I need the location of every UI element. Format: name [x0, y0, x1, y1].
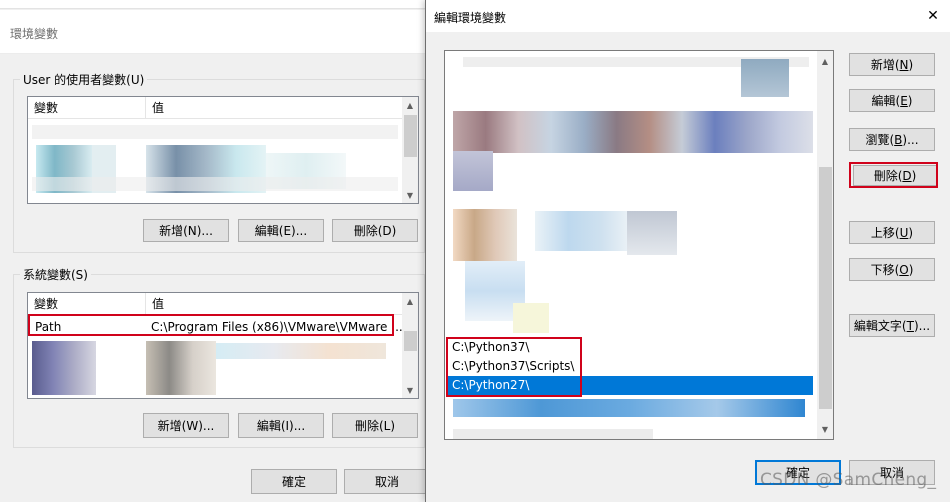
- close-icon[interactable]: ✕: [922, 6, 944, 26]
- system-new-button[interactable]: 新增(W)...: [143, 413, 229, 438]
- entries-scrollbar[interactable]: ▲ ▼: [817, 51, 833, 439]
- edit-text-button[interactable]: 編輯文字(T)...: [849, 314, 935, 337]
- user-variables-list[interactable]: 變數 值 ▲ ▼: [27, 96, 419, 204]
- blurred-row: [453, 209, 517, 261]
- blurred-row: [453, 399, 805, 417]
- scroll-up-arrow-icon[interactable]: ▲: [402, 97, 418, 113]
- title-bar: [0, 10, 426, 54]
- browse-button[interactable]: 瀏覽(B)...: [849, 128, 935, 151]
- move-up-button[interactable]: 上移(U): [849, 221, 935, 244]
- blurred-row: [627, 211, 677, 255]
- user-list-scrollbar[interactable]: ▲ ▼: [402, 97, 418, 203]
- ok-button[interactable]: 確定: [251, 469, 337, 494]
- environment-variables-dialog: 環境變數 User 的使用者變數(U) 變數 值 ▲ ▼ 新增(N)... 編輯…: [0, 0, 430, 502]
- user-edit-button[interactable]: 編輯(E)...: [238, 219, 324, 242]
- scroll-thumb[interactable]: [404, 115, 417, 157]
- blurred-row: [32, 125, 398, 139]
- blurred-row: [146, 341, 216, 395]
- system-variables-list[interactable]: 變數 值 Path C:\Program Files (x86)\VMware\…: [27, 292, 419, 399]
- scroll-down-arrow-icon[interactable]: ▼: [402, 187, 418, 203]
- python-entries-highlight: [446, 337, 582, 397]
- system-variables-label: 系統變數(S): [20, 266, 91, 283]
- scroll-thumb[interactable]: [819, 167, 832, 409]
- column-header-value[interactable]: 值: [146, 97, 402, 119]
- scroll-thumb[interactable]: [404, 331, 417, 351]
- path-row-highlight: [28, 314, 394, 336]
- top-edge-strip: [0, 0, 426, 9]
- blurred-row: [513, 303, 549, 333]
- blurred-row: [216, 343, 386, 359]
- blurred-row: [453, 151, 493, 191]
- user-list-header: 變數 值: [28, 97, 402, 119]
- delete-button-highlight: [849, 162, 938, 188]
- system-delete-button[interactable]: 刪除(L): [332, 413, 418, 438]
- blurred-row: [32, 341, 96, 395]
- dialog-title: 編輯環境變數: [434, 11, 507, 25]
- blurred-row: [32, 177, 398, 191]
- scroll-up-arrow-icon[interactable]: ▲: [402, 293, 418, 309]
- scroll-down-arrow-icon[interactable]: ▼: [817, 421, 833, 437]
- edit-environment-variable-dialog: 編輯環境變數 ✕ C:\Python37\ C:\Python37\Script…: [425, 0, 950, 502]
- csdn-watermark: CSDN @SamCheng_: [760, 470, 937, 490]
- edit-button[interactable]: 編輯(E): [849, 89, 935, 112]
- scroll-down-arrow-icon[interactable]: ▼: [402, 382, 418, 398]
- blurred-row: [453, 429, 653, 439]
- blurred-row: [535, 211, 635, 251]
- system-list-scrollbar[interactable]: ▲ ▼: [402, 293, 418, 398]
- system-list-header: 變數 值: [28, 293, 402, 315]
- move-down-button[interactable]: 下移(O): [849, 258, 935, 281]
- new-button[interactable]: 新增(N): [849, 53, 935, 76]
- user-new-button[interactable]: 新增(N)...: [143, 219, 229, 242]
- system-edit-button[interactable]: 編輯(I)...: [238, 413, 324, 438]
- column-header-variable[interactable]: 變數: [28, 293, 146, 315]
- column-header-variable[interactable]: 變數: [28, 97, 146, 119]
- user-variables-label: User 的使用者變數(U): [20, 71, 148, 88]
- blurred-row: [741, 59, 789, 97]
- user-delete-button[interactable]: 刪除(D): [332, 219, 418, 242]
- dialog-title: 環境變數: [10, 27, 59, 41]
- scroll-up-arrow-icon[interactable]: ▲: [817, 53, 833, 69]
- column-header-value[interactable]: 值: [146, 293, 402, 315]
- blurred-row: [453, 111, 813, 153]
- cancel-button[interactable]: 取消: [344, 469, 430, 494]
